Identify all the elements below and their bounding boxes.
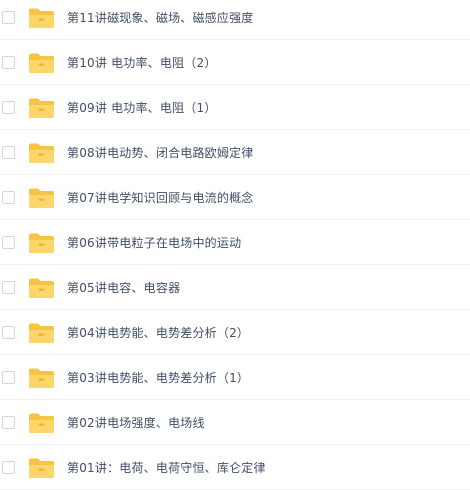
- list-item[interactable]: 第02讲电场强度、电场线: [0, 401, 470, 445]
- row-checkbox[interactable]: [2, 461, 15, 474]
- folder-name[interactable]: 第10讲 电功率、电阻（2）: [67, 54, 217, 71]
- list-item[interactable]: 第11讲磁现象、磁场、磁感应强度: [0, 0, 470, 40]
- folder-icon: [28, 142, 55, 164]
- list-item[interactable]: 第07讲电学知识回顾与电流的概念: [0, 176, 470, 220]
- folder-icon: [28, 232, 55, 254]
- folder-icon: [28, 412, 55, 434]
- folder-name[interactable]: 第01讲：电荷、电荷守恒、库仑定律: [67, 459, 266, 476]
- row-checkbox[interactable]: [2, 281, 15, 294]
- row-checkbox[interactable]: [2, 326, 15, 339]
- row-checkbox[interactable]: [2, 416, 15, 429]
- list-item[interactable]: 第06讲带电粒子在电场中的运动: [0, 221, 470, 265]
- list-item[interactable]: 第01讲：电荷、电荷守恒、库仑定律: [0, 446, 470, 490]
- folder-icon: [28, 277, 55, 299]
- row-checkbox[interactable]: [2, 191, 15, 204]
- row-checkbox[interactable]: [2, 146, 15, 159]
- folder-icon: [28, 52, 55, 74]
- list-item[interactable]: 第05讲电容、电容器: [0, 266, 470, 310]
- row-checkbox[interactable]: [2, 371, 15, 384]
- folder-name[interactable]: 第09讲 电功率、电阻（1）: [67, 99, 217, 116]
- list-item[interactable]: 第09讲 电功率、电阻（1）: [0, 86, 470, 130]
- folder-icon: [28, 7, 55, 29]
- folder-name[interactable]: 第07讲电学知识回顾与电流的概念: [67, 189, 253, 206]
- folder-name[interactable]: 第06讲带电粒子在电场中的运动: [67, 234, 241, 251]
- folder-name[interactable]: 第03讲电势能、电势差分析（1）: [67, 369, 249, 386]
- folder-icon: [28, 187, 55, 209]
- row-checkbox[interactable]: [2, 101, 15, 114]
- row-checkbox[interactable]: [2, 236, 15, 249]
- folder-name[interactable]: 第08讲电动势、闭合电路欧姆定律: [67, 144, 253, 161]
- list-item[interactable]: 第08讲电动势、闭合电路欧姆定律: [0, 131, 470, 175]
- folder-name[interactable]: 第02讲电场强度、电场线: [67, 414, 205, 431]
- list-item[interactable]: 第04讲电势能、电势差分析（2）: [0, 311, 470, 355]
- folder-icon: [28, 97, 55, 119]
- row-checkbox[interactable]: [2, 11, 15, 24]
- row-checkbox[interactable]: [2, 56, 15, 69]
- file-list: 第11讲磁现象、磁场、磁感应强度 第10讲 电功率、电阻（2） 第09讲 电功率…: [0, 0, 470, 490]
- list-item[interactable]: 第10讲 电功率、电阻（2）: [0, 41, 470, 85]
- folder-icon: [28, 457, 55, 479]
- folder-name[interactable]: 第05讲电容、电容器: [67, 279, 180, 296]
- folder-icon: [28, 322, 55, 344]
- list-item[interactable]: 第03讲电势能、电势差分析（1）: [0, 356, 470, 400]
- folder-icon: [28, 367, 55, 389]
- folder-name[interactable]: 第11讲磁现象、磁场、磁感应强度: [67, 9, 253, 26]
- folder-name[interactable]: 第04讲电势能、电势差分析（2）: [67, 324, 249, 341]
